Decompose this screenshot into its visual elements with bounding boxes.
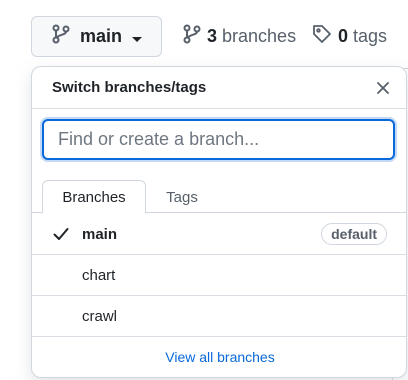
page: main 3 branches 0 tags Switch branches/t… — [0, 0, 408, 380]
tab-tags[interactable]: Tags — [146, 180, 218, 214]
branch-switch-dropdown: Switch branches/tags Branches Tags — [31, 66, 407, 378]
close-icon[interactable] — [376, 81, 390, 95]
tag-icon — [312, 24, 332, 49]
branch-name: main — [82, 225, 118, 243]
tab-branches-label: Branches — [62, 188, 126, 206]
branch-search-input[interactable] — [42, 119, 395, 160]
branch-item-crawl[interactable]: crawl — [32, 296, 406, 337]
tags-count: 0 — [338, 26, 349, 46]
tab-bar: Branches Tags — [32, 180, 406, 214]
dropdown-footer: View all branches — [32, 342, 406, 372]
check-icon — [53, 227, 69, 245]
branches-link[interactable]: 3 branches — [183, 16, 296, 57]
branch-select-button[interactable]: main — [31, 16, 162, 57]
branch-list: main default chart crawl — [32, 214, 406, 337]
git-branch-icon — [183, 24, 201, 49]
tags-link[interactable]: 0 tags — [312, 16, 387, 57]
view-all-branches-link[interactable]: View all branches — [165, 349, 274, 365]
branches-count: 3 — [207, 26, 218, 46]
branch-item-chart[interactable]: chart — [32, 255, 406, 296]
branch-name: crawl — [82, 307, 118, 325]
tags-label: tags — [353, 26, 388, 46]
tab-tags-label: Tags — [166, 188, 198, 206]
dropdown-title: Switch branches/tags — [52, 79, 207, 96]
tab-branches[interactable]: Branches — [42, 180, 146, 214]
caret-down-icon — [132, 27, 143, 48]
dropdown-header: Switch branches/tags — [32, 67, 406, 109]
git-branch-icon — [52, 24, 70, 49]
branch-select-label: main — [80, 26, 123, 46]
branch-name: chart — [82, 266, 116, 284]
branch-item-main[interactable]: main default — [32, 214, 406, 255]
branches-label: branches — [222, 26, 297, 46]
default-badge: default — [321, 223, 387, 245]
